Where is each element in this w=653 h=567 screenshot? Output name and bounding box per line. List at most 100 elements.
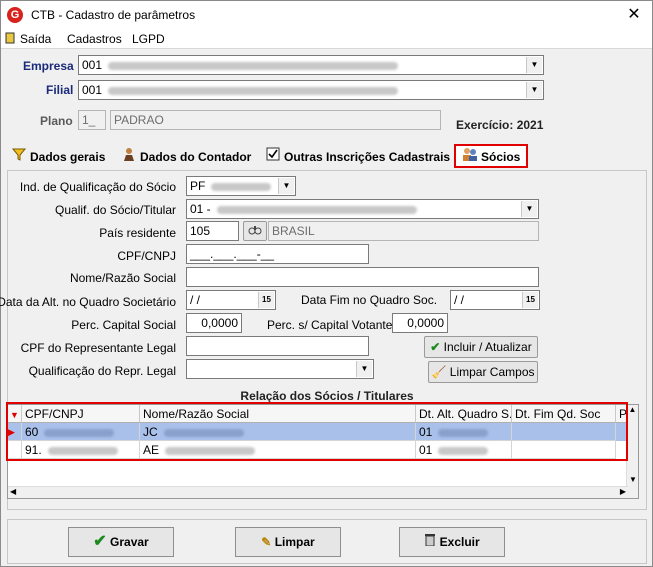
tab-label: Outras Inscrições Cadastrais xyxy=(284,150,451,164)
horizontal-scrollbar[interactable]: ◀ ▶ xyxy=(8,486,628,498)
nome-label: Nome/Razão Social xyxy=(69,271,176,285)
qualif-socio-value: 01 - xyxy=(190,202,211,216)
ind-qualif-label: Ind. de Qualificação do Sócio xyxy=(19,180,176,194)
perc-votante-label: Perc. s/ Capital Votante xyxy=(267,318,393,332)
exit-icon xyxy=(5,32,15,47)
chevron-down-icon[interactable]: ▼ xyxy=(356,361,372,377)
limpar-button[interactable]: ✎ Limpar xyxy=(235,527,341,557)
scroll-up-icon[interactable]: ▲ xyxy=(627,405,638,414)
ind-qualif-select[interactable]: PF ▼ xyxy=(186,176,296,196)
tab-outras-inscricoes[interactable]: Outras Inscrições Cadastrais xyxy=(265,146,450,168)
qualif-repr-select[interactable]: ▼ xyxy=(186,359,374,379)
empresa-select[interactable]: 001 ▼ xyxy=(78,55,544,75)
cell-nome-value: JC xyxy=(143,425,158,439)
empresa-label: Empresa xyxy=(23,59,74,73)
plano-label: Plano xyxy=(40,114,73,128)
cell-dt-alt-value: 01 xyxy=(419,443,433,457)
calendar-icon[interactable]: 15 xyxy=(258,292,274,308)
exercicio-label: Exercício: 2021 xyxy=(456,118,544,132)
cell-cpf-value: 91. xyxy=(25,443,42,457)
row-indicator xyxy=(8,441,22,459)
cpf-label: CPF/CNPJ xyxy=(117,249,176,263)
empresa-code: 001 xyxy=(82,58,103,72)
tab-label: Dados gerais xyxy=(30,150,106,164)
cell-dt-alt-value: 01 xyxy=(419,425,433,439)
filial-name-blurred xyxy=(108,86,399,95)
chevron-down-icon[interactable]: ▼ xyxy=(278,178,294,194)
qualif-socio-label: Qualif. do Sócio/Titular xyxy=(55,203,176,217)
broom-icon: ✎ xyxy=(261,535,272,549)
row-pointer-icon: ▶ xyxy=(8,423,22,441)
data-alt-value: / / xyxy=(190,293,201,307)
pais-label: País residente xyxy=(99,226,176,240)
data-fim-input[interactable]: / / 15 xyxy=(450,290,540,310)
scroll-right-icon[interactable]: ▶ xyxy=(620,487,626,496)
blurred-text xyxy=(211,182,272,191)
col-header-dt-alt[interactable]: Dt. Alt. Quadro S... xyxy=(416,405,512,423)
tab-dados-contador[interactable]: Dados do Contador xyxy=(121,146,251,168)
blurred-text xyxy=(163,428,244,437)
plano-code-field: 1_ xyxy=(78,110,106,130)
trash-icon xyxy=(424,534,436,549)
blurred-text xyxy=(216,205,417,214)
app-logo-icon: G xyxy=(7,7,23,23)
people-icon xyxy=(462,146,478,168)
menu-cadastros[interactable]: Cadastros xyxy=(67,32,122,46)
grid-title: Relação dos Sócios / Titulares xyxy=(240,389,414,403)
gravar-button[interactable]: ✔ Gravar xyxy=(68,527,174,557)
limpar-campos-button[interactable]: 🧹 Limpar Campos xyxy=(428,361,538,383)
blurred-text xyxy=(165,446,256,455)
menu-saida[interactable]: Saída xyxy=(20,32,51,46)
col-header-cpf[interactable]: CPF/CNPJ xyxy=(22,405,140,423)
tab-bar: Dados gerais Dados do Contador Outras In… xyxy=(7,144,647,170)
scroll-left-icon[interactable]: ◀ xyxy=(10,487,16,496)
scroll-down-icon[interactable]: ▼ xyxy=(627,475,638,484)
menu-lgpd[interactable]: LGPD xyxy=(132,32,165,46)
data-fim-value: / / xyxy=(454,293,465,307)
tab-socios[interactable]: Sócios xyxy=(454,144,529,168)
funnel-icon xyxy=(11,146,27,168)
chevron-down-icon[interactable]: ▼ xyxy=(526,82,542,98)
cell-nome: JC xyxy=(140,423,416,441)
nome-input[interactable] xyxy=(186,267,539,287)
tab-dados-gerais[interactable]: Dados gerais xyxy=(11,146,105,168)
data-alt-label: Data da Alt. no Quadro Societário xyxy=(0,295,176,309)
socios-grid[interactable]: ▼ CPF/CNPJ Nome/Razão Social Dt. Alt. Qu… xyxy=(7,404,639,499)
cpf-repr-input[interactable] xyxy=(186,336,369,356)
calendar-icon[interactable]: 15 xyxy=(522,292,538,308)
qualif-socio-select[interactable]: 01 - ▼ xyxy=(186,199,539,219)
incluir-atualizar-button[interactable]: ✔ Incluir / Atualizar xyxy=(424,336,538,358)
cell-dt-fim xyxy=(512,423,616,441)
data-alt-input[interactable]: / / 15 xyxy=(186,290,276,310)
excluir-button[interactable]: Excluir xyxy=(399,527,505,557)
col-header-dt-fim[interactable]: Dt. Fim Qd. Soc xyxy=(512,405,616,423)
empresa-name-blurred xyxy=(108,61,399,70)
pais-code-input[interactable]: 105 xyxy=(186,221,239,241)
pais-name-field: BRASIL xyxy=(268,221,539,241)
filial-select[interactable]: 001 ▼ xyxy=(78,80,544,100)
cell-cpf: 60 xyxy=(22,423,140,441)
ind-qualif-value: PF xyxy=(190,179,206,193)
col-header-nome[interactable]: Nome/Razão Social xyxy=(140,405,416,423)
cell-dt-fim xyxy=(512,441,616,459)
close-button[interactable]: ✕ xyxy=(616,1,652,29)
window-title: CTB - Cadastro de parâmetros xyxy=(31,8,196,22)
perc-votante-input[interactable]: 0,0000 xyxy=(392,313,448,333)
perc-capital-input[interactable]: 0,0000 xyxy=(186,313,242,333)
vertical-scrollbar[interactable]: ▲ ▼ xyxy=(626,405,638,498)
incluir-label: Incluir / Atualizar xyxy=(443,340,532,354)
table-row[interactable]: ▶ 60 JC 01 xyxy=(8,423,628,441)
cell-nome: AE xyxy=(140,441,416,459)
cell-cpf: 91. xyxy=(22,441,140,459)
excluir-label: Excluir xyxy=(439,535,480,549)
cpf-input[interactable]: ___.___.___-__ xyxy=(186,244,369,264)
plano-name-field: PADRAO xyxy=(110,110,441,130)
chevron-down-icon[interactable]: ▼ xyxy=(521,201,537,217)
table-row[interactable]: 91. AE 01 xyxy=(8,441,628,459)
chevron-down-icon[interactable]: ▼ xyxy=(526,57,542,73)
cell-cpf-value: 60 xyxy=(25,425,39,439)
filial-label: Filial xyxy=(46,83,74,97)
tab-label: Sócios xyxy=(481,150,521,164)
binoculars-search-icon[interactable] xyxy=(243,221,267,241)
blurred-text xyxy=(47,446,118,455)
